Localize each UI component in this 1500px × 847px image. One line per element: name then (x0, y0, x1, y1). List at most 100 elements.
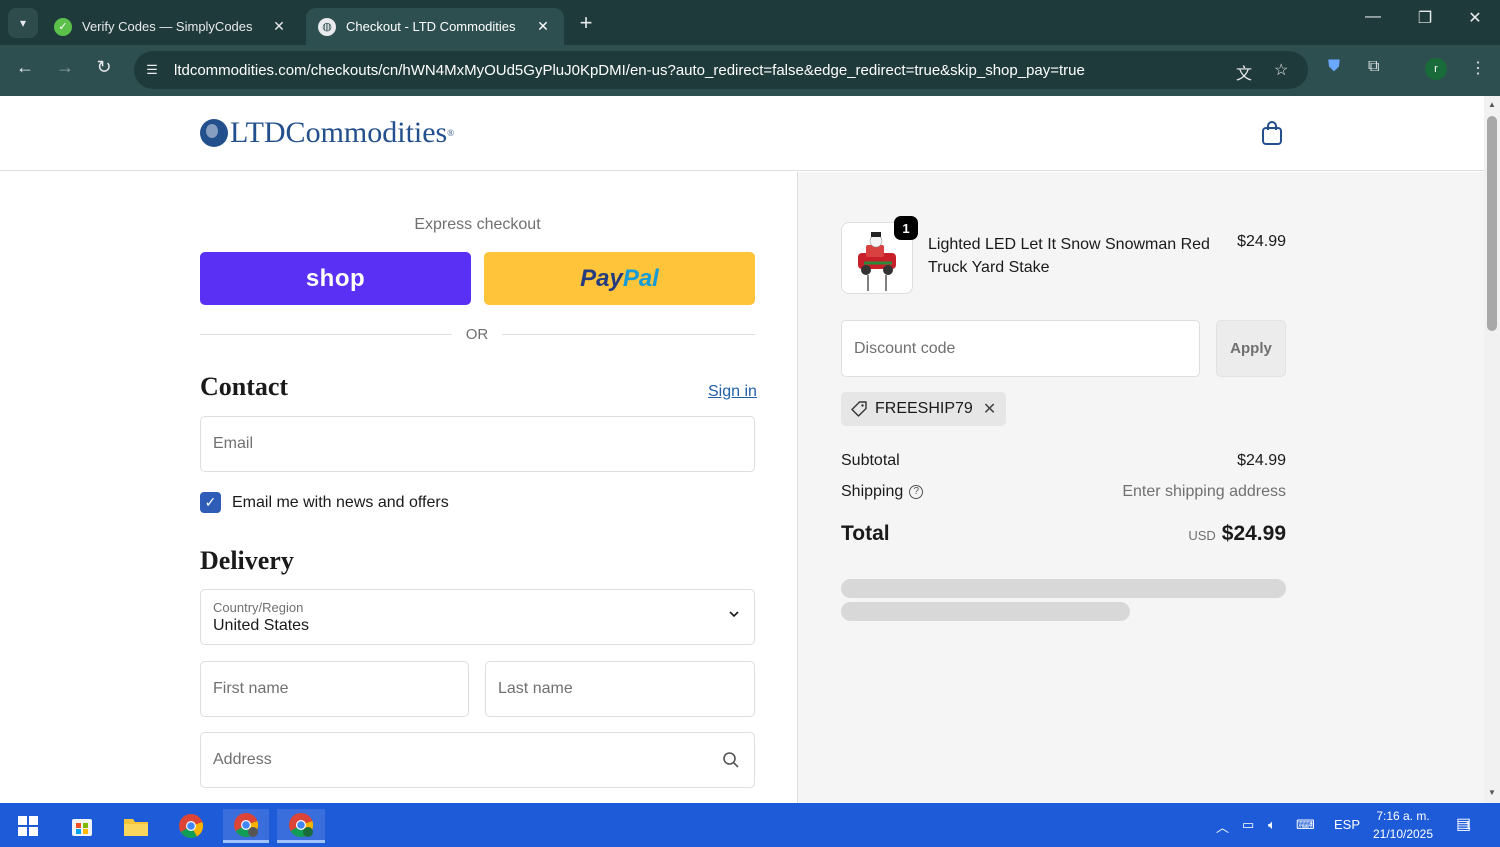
checkout-page: LTDCommodities ® Express checkout shop Pa… (0, 96, 1484, 803)
subtotal-label: Subtotal (841, 452, 900, 469)
tab-simplycodes[interactable]: ✓ Verify Codes — SimplyCodes ✕ (42, 8, 300, 45)
forward-arrow-icon[interactable]: → (52, 57, 78, 78)
profile-avatar[interactable]: r (1425, 58, 1447, 80)
input-language[interactable]: ESP (1334, 817, 1360, 832)
checkbox-checked-icon[interactable]: ✓ (200, 492, 221, 513)
logo-text: LTDCommodities (230, 116, 448, 149)
globe-logo-icon (200, 119, 228, 147)
shopping-bag-icon[interactable] (1261, 120, 1283, 146)
loading-skeleton (841, 579, 1286, 598)
tab-title: Checkout - LTD Commodities (346, 19, 516, 34)
browser-tab-strip: ▾ ✓ Verify Codes — SimplyCodes ✕ ◍ Check… (0, 0, 1500, 45)
back-arrow-icon[interactable]: ← (12, 57, 38, 78)
site-header: LTDCommodities ® (0, 96, 1484, 171)
applied-discount-chip: FREESHIP79 ✕ (841, 392, 1007, 426)
windows-start-icon[interactable] (8, 809, 48, 843)
close-tab-icon[interactable]: ✕ (270, 18, 288, 35)
last-name-field[interactable]: Last name (485, 661, 755, 717)
total-currency: USD (1188, 528, 1216, 543)
page-scrollbar[interactable]: ▲ ▼ (1484, 96, 1500, 803)
contact-heading: Contact (200, 372, 289, 401)
delivery-heading: Delivery (200, 546, 294, 575)
chevron-down-icon: ▾ (19, 16, 27, 30)
country-label: Country/Region (213, 599, 304, 615)
tab-title: Verify Codes — SimplyCodes (82, 19, 253, 34)
subtotal-row: Subtotal $24.99 (841, 452, 1286, 470)
keyboard-icon[interactable]: ⌨︎ (1296, 817, 1315, 833)
product-price: $24.99 (1237, 233, 1286, 250)
help-circle-icon[interactable]: ? (909, 484, 924, 499)
express-checkout-label: Express checkout (414, 216, 541, 233)
quantity-badge: 1 (894, 216, 918, 240)
shipping-label: Shipping (841, 483, 904, 500)
close-tab-icon[interactable]: ✕ (534, 18, 552, 35)
chevron-down-icon (729, 611, 739, 618)
product-name: Lighted LED Let It Snow Snowman Red Truc… (928, 236, 1210, 276)
chrome-profile-r-icon[interactable] (277, 809, 325, 843)
paypal-button[interactable]: Pay Pal (484, 252, 755, 305)
shop-pay-button[interactable]: shop (200, 252, 471, 305)
first-name-placeholder: First name (213, 680, 289, 697)
first-name-field[interactable]: First name (200, 661, 469, 717)
chrome-icon[interactable] (171, 809, 211, 843)
ltd-logo[interactable]: LTDCommodities ® (200, 116, 454, 150)
url-text[interactable]: ltdcommodities.com/checkouts/cn/hWN4MxMy… (174, 62, 1214, 79)
shipping-row: Shipping? Enter shipping address (841, 483, 1286, 501)
address-bar[interactable]: ☰ ltdcommodities.com/checkouts/cn/hWN4Mx… (134, 51, 1308, 89)
country-value: United States (213, 616, 310, 634)
email-placeholder: Email (213, 435, 254, 452)
shield-extension-icon[interactable]: ⛊ (1328, 58, 1340, 76)
network-icon[interactable]: ▭ (1242, 817, 1254, 833)
scroll-up-icon[interactable]: ▲ (1488, 100, 1496, 109)
news-opt-in-row[interactable]: ✓ Email me with news and offers (200, 492, 449, 513)
address-field[interactable]: Address (200, 732, 755, 788)
tab-search-button[interactable]: ▾ (8, 8, 38, 38)
scroll-down-icon[interactable]: ▼ (1488, 788, 1496, 797)
shop-pay-label: shop (305, 264, 366, 292)
site-info-icon[interactable]: ☰ (142, 62, 162, 78)
browser-toolbar: ← → ↻ ☰ ltdcommodities.com/checkouts/cn/… (0, 45, 1500, 96)
extensions-puzzle-icon[interactable]: ⧉ (1368, 58, 1379, 76)
order-summary: 1 Lighted LED Let It Snow Snowman Red Tr… (797, 172, 1484, 803)
loading-skeleton (841, 602, 1130, 621)
paypal-label-pal: Pal (622, 264, 659, 292)
apply-button[interactable]: Apply (1216, 320, 1286, 377)
volume-icon[interactable]: 🔈︎ (1268, 817, 1276, 833)
remove-discount-icon[interactable]: ✕ (983, 399, 996, 419)
tab-checkout[interactable]: ◍ Checkout - LTD Commodities ✕ (306, 8, 564, 45)
clock-time: 7:16 a. m. (1376, 809, 1430, 823)
scrollbar-thumb[interactable] (1487, 116, 1497, 331)
checkout-form: Express checkout shop Pay Pal OR Contact … (0, 172, 797, 803)
clock-date: 21/10/2025 (1372, 827, 1434, 841)
reload-icon[interactable]: ↻ (91, 57, 117, 78)
new-tab-button[interactable]: + (574, 10, 598, 36)
total-value: $24.99 (1221, 522, 1286, 545)
translate-icon[interactable]: 文 (1236, 60, 1252, 84)
bookmark-star-icon[interactable]: ☆ (1274, 60, 1288, 80)
registered-mark: ® (447, 128, 455, 138)
minimize-icon[interactable]: — (1358, 8, 1388, 26)
more-menu-icon[interactable]: ⋮ (1470, 58, 1486, 78)
subtotal-value: $24.99 (1237, 452, 1286, 469)
sign-in-link[interactable]: Sign in (708, 383, 757, 401)
show-hidden-icons-icon[interactable]: ︿ (1216, 817, 1229, 836)
notification-count: 1 (1465, 821, 1471, 832)
file-explorer-icon[interactable] (116, 809, 156, 843)
restore-icon[interactable]: ❐ (1410, 8, 1440, 28)
total-label: Total (841, 522, 890, 545)
email-field[interactable]: Email (200, 416, 755, 472)
discount-placeholder: Discount code (854, 339, 956, 357)
search-icon (723, 752, 739, 768)
globe-favicon-icon: ◍ (318, 17, 336, 36)
country-select[interactable]: Country/Region United States (200, 589, 755, 645)
discount-code-field[interactable]: Discount code (841, 320, 1200, 377)
close-window-icon[interactable]: ✕ (1460, 8, 1490, 28)
tag-icon (851, 401, 867, 417)
last-name-placeholder: Last name (498, 680, 573, 697)
microsoft-store-icon[interactable] (62, 809, 102, 843)
notifications-icon[interactable]: ▤1 (1456, 814, 1471, 834)
system-clock[interactable]: 7:16 a. m. 21/10/2025 (1365, 807, 1441, 843)
or-label: OR (465, 326, 489, 343)
chrome-profile-f-icon[interactable] (223, 809, 269, 843)
windows-taskbar: ︿ ▭ 🔈︎ ⌨︎ ESP 7:16 a. m. 21/10/2025 ▤1 (0, 803, 1500, 847)
